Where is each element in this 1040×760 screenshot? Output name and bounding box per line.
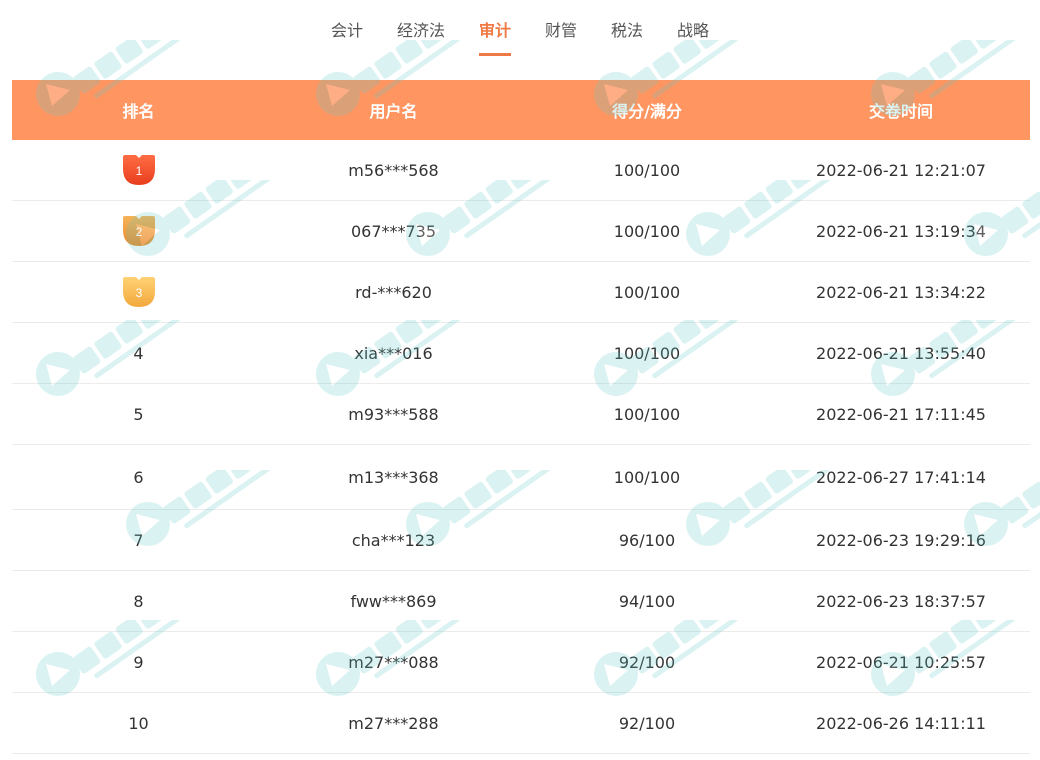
submit-time-cell: 2022-06-21 17:11:45 <box>816 404 986 424</box>
username-cell: rd-***620 <box>355 282 432 302</box>
header-rank: 排名 <box>122 102 155 121</box>
submit-time-cell: 2022-06-21 13:55:40 <box>816 343 986 363</box>
table-row: 2 067***735 100/100 2022-06-21 13:19:34 <box>12 201 1030 262</box>
submit-time-cell: 2022-06-26 14:11:11 <box>816 713 986 733</box>
submit-time-cell: 2022-06-23 19:29:16 <box>816 530 986 550</box>
header-score: 得分/满分 <box>612 102 682 121</box>
score-cell: 100/100 <box>613 160 681 180</box>
rank-number: 2 <box>135 225 142 239</box>
submit-time-cell: 2022-06-21 12:21:07 <box>816 160 986 180</box>
rank-cell: 1 <box>12 154 265 186</box>
username-cell: m27***088 <box>348 652 439 672</box>
rank-cell: 9 <box>133 652 144 672</box>
submit-time-cell: 2022-06-21 10:25:57 <box>816 652 986 672</box>
rank-cell: 7 <box>133 530 144 550</box>
username-cell: 067***735 <box>350 221 437 241</box>
score-cell: 94/100 <box>618 591 676 611</box>
score-cell: 100/100 <box>613 343 681 363</box>
rank-cell: 4 <box>133 343 144 363</box>
submit-time-cell: 2022-06-21 13:19:34 <box>816 221 986 241</box>
tab-financial-management[interactable]: 财管 <box>545 0 577 41</box>
tab-economic-law[interactable]: 经济法 <box>397 0 445 41</box>
table-row: 1 m56***568 100/100 2022-06-21 12:21:07 <box>12 140 1030 201</box>
rank-cell: 2 <box>12 215 265 247</box>
score-cell: 100/100 <box>613 221 681 241</box>
table-row: 5 m93***588 100/100 2022-06-21 17:11:45 <box>12 384 1030 445</box>
rank-cell: 10 <box>128 713 149 733</box>
tab-strategy[interactable]: 战略 <box>677 0 709 41</box>
table-header: 排名 用户名 得分/满分 交卷时间 <box>12 80 1030 140</box>
submit-time-cell: 2022-06-23 18:37:57 <box>816 591 986 611</box>
table-row: 6 m13***368 100/100 2022-06-27 17:41:14 <box>12 445 1030 510</box>
username-cell: m13***368 <box>348 467 439 487</box>
table-body: 1 m56***568 100/100 2022-06-21 12:21:07 2 067… <box>12 140 1030 754</box>
username-cell: xia***016 <box>354 343 433 363</box>
rank-number: 3 <box>135 286 142 300</box>
username-cell: m56***568 <box>348 160 439 180</box>
rank-medal-icon: 3 <box>122 276 156 308</box>
tab-audit[interactable]: 审计 <box>478 0 512 56</box>
rank-cell: 3 <box>12 276 265 308</box>
score-cell: 96/100 <box>618 530 676 550</box>
score-cell: 100/100 <box>613 467 681 487</box>
rank-cell: 8 <box>133 591 144 611</box>
rank-medal-icon: 1 <box>122 154 156 186</box>
username-cell: m93***588 <box>348 404 439 424</box>
rank-number: 1 <box>135 164 142 178</box>
header-username: 用户名 <box>369 102 418 121</box>
username-cell: cha***123 <box>351 530 436 550</box>
username-cell: fww***869 <box>350 591 437 611</box>
table-row: 10 m27***288 92/100 2022-06-26 14:11:11 <box>12 693 1030 754</box>
score-cell: 100/100 <box>613 404 681 424</box>
table-row: 3 rd-***620 100/100 2022-06-21 13:34:22 <box>12 262 1030 323</box>
ranking-table: 排名 用户名 得分/满分 交卷时间 1 m56***568 100/100 2022-… <box>12 80 1030 754</box>
table-row: 9 m27***088 92/100 2022-06-21 10:25:57 <box>12 632 1030 693</box>
username-cell: m27***288 <box>348 713 439 733</box>
tab-accounting[interactable]: 会计 <box>331 0 363 41</box>
submit-time-cell: 2022-06-27 17:41:14 <box>816 467 986 487</box>
score-cell: 92/100 <box>618 713 676 733</box>
header-submit-time: 交卷时间 <box>868 102 933 121</box>
table-row: 4 xia***016 100/100 2022-06-21 13:55:40 <box>12 323 1030 384</box>
table-row: 7 cha***123 96/100 2022-06-23 19:29:16 <box>12 510 1030 571</box>
tab-tax-law[interactable]: 税法 <box>611 0 643 41</box>
rank-cell: 5 <box>133 404 144 424</box>
subject-tabs: 会计 经济法 审计 财管 税法 战略 <box>0 0 1040 62</box>
rank-cell: 6 <box>133 467 144 487</box>
score-cell: 100/100 <box>613 282 681 302</box>
submit-time-cell: 2022-06-21 13:34:22 <box>816 282 986 302</box>
rank-medal-icon: 2 <box>122 215 156 247</box>
score-cell: 92/100 <box>618 652 676 672</box>
table-row: 8 fww***869 94/100 2022-06-23 18:37:57 <box>12 571 1030 632</box>
